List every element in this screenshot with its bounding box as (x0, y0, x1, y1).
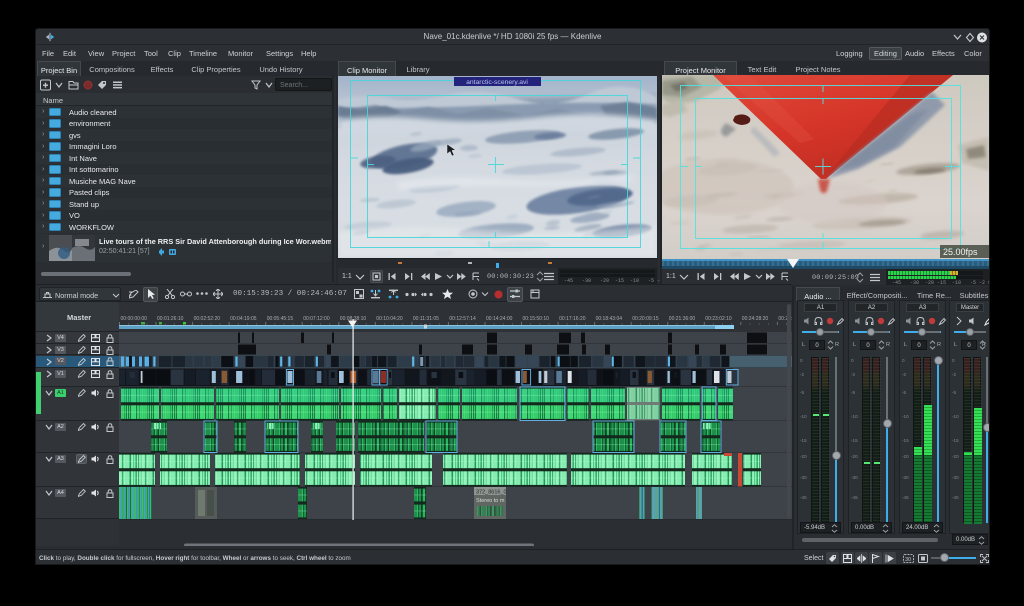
svg-text:00:21:36:00: 00:21:36:00 (669, 316, 696, 322)
svg-text:00:12:57:14: 00:12:57:14 (449, 316, 476, 322)
svg-text:30: 30 (905, 557, 911, 563)
svg-text:00:01:26:10: 00:01:26:10 (157, 316, 184, 322)
svg-text:00:11:31:05: 00:11:31:05 (413, 316, 439, 322)
svg-text:Stereo to m: Stereo to m (476, 498, 505, 504)
svg-text:00:05:45:15: 00:05:45:15 (267, 316, 294, 322)
svg-text:00:24:28:20: 00:24:28:20 (742, 316, 769, 322)
svg-text:00:18:43:04: 00:18:43:04 (596, 316, 623, 322)
svg-text:00:07:12:00: 00:07:12:00 (303, 316, 330, 322)
svg-text:25.00fps: 25.00fps (943, 247, 978, 257)
svg-text:00:00:00:00: 00:00:00:00 (121, 316, 148, 322)
svg-text:00:14:24:00: 00:14:24:00 (486, 316, 513, 322)
svg-text:00:02:52:20: 00:02:52:20 (194, 316, 221, 322)
svg-text:00:15:50:10: 00:15:50:10 (523, 316, 550, 322)
svg-text:00:20:09:15: 00:20:09:15 (632, 316, 659, 322)
svg-text:00:23:02:10: 00:23:02:10 (705, 316, 732, 322)
svg-text:antarctic-scenery.avi: antarctic-scenery.avi (466, 79, 528, 86)
svg-text:372_8616_0: 372_8616_0 (476, 490, 507, 496)
svg-text:00:10:04:20: 00:10:04:20 (376, 316, 403, 322)
svg-text:00:04:19:05: 00:04:19:05 (230, 316, 257, 322)
svg-text:00:17:16:20: 00:17:16:20 (559, 316, 586, 322)
